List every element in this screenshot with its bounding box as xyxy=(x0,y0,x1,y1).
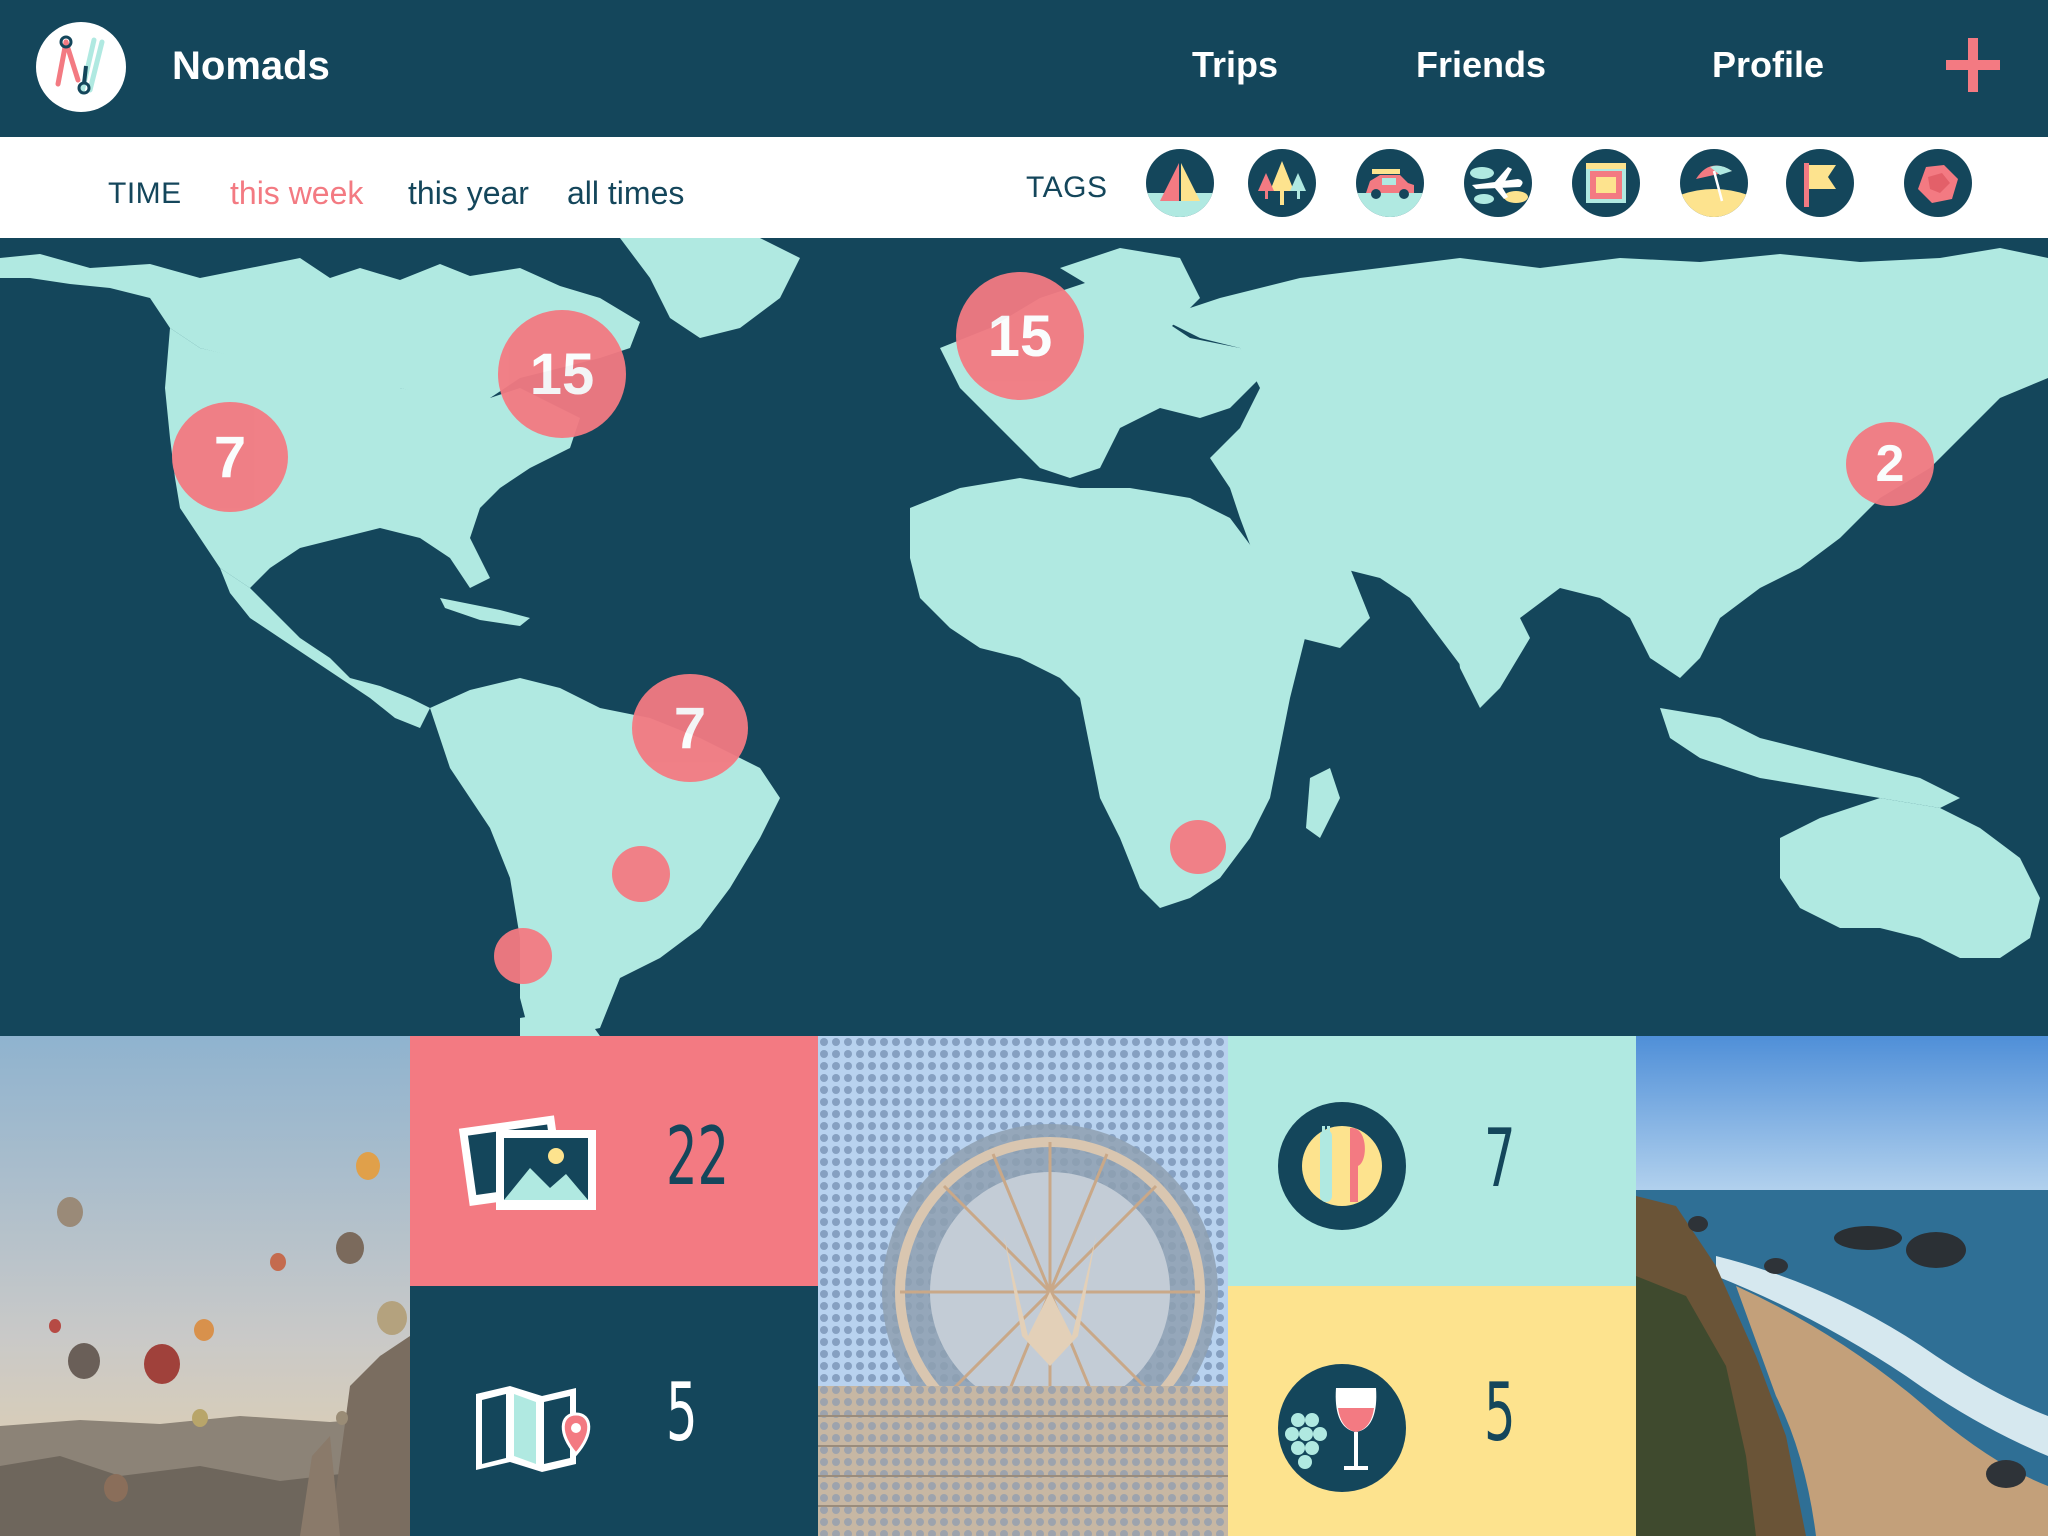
nav-profile[interactable]: Profile xyxy=(1712,44,1824,86)
photo-space-needle[interactable] xyxy=(818,1036,1228,1536)
map-cluster-chile[interactable] xyxy=(494,928,552,984)
map-cluster-argentina[interactable] xyxy=(612,846,670,902)
photo-hot-air-balloons[interactable] xyxy=(0,1036,410,1536)
tag-food-icon[interactable] xyxy=(1904,149,1972,217)
wine-count: 5 xyxy=(1484,1366,1516,1459)
wine-grapes-icon xyxy=(1278,1364,1406,1492)
nav-trips[interactable]: Trips xyxy=(1192,44,1278,86)
tag-camping-icon[interactable] xyxy=(1146,149,1214,217)
photos-count: 22 xyxy=(666,1110,730,1203)
stat-tile-photos[interactable]: 22 xyxy=(410,1036,818,1286)
time-option-this-year[interactable]: this year xyxy=(408,175,529,212)
map-pin-icon xyxy=(476,1386,591,1472)
filter-bar: TIME this week this year all times TAGS xyxy=(0,137,2048,238)
tag-road-trip-icon[interactable] xyxy=(1356,149,1424,217)
plus-icon xyxy=(1946,38,2000,92)
tag-city-icon[interactable] xyxy=(1572,149,1640,217)
map-cluster-south-africa[interactable] xyxy=(1170,820,1226,874)
stat-tile-maps[interactable]: 5 xyxy=(410,1286,818,1536)
map-cluster-east-coast[interactable]: 15 xyxy=(498,310,626,438)
map-cluster-west-coast[interactable]: 7 xyxy=(172,402,288,512)
app-title: Nomads xyxy=(172,44,330,88)
nav-friends[interactable]: Friends xyxy=(1416,44,1546,86)
food-count: 7 xyxy=(1484,1112,1516,1205)
nomads-logo[interactable] xyxy=(36,22,126,112)
map-cluster-japan[interactable]: 2 xyxy=(1846,422,1934,506)
stat-tile-wine[interactable]: 5 xyxy=(1228,1286,1636,1536)
world-map[interactable]: 7 15 15 2 7 xyxy=(0,238,2048,1036)
time-label: TIME xyxy=(108,177,182,210)
tag-landmark-icon[interactable] xyxy=(1786,149,1854,217)
stat-tile-food[interactable]: 7 xyxy=(1228,1036,1636,1286)
time-option-this-week[interactable]: this week xyxy=(230,175,363,212)
plate-cutlery-icon xyxy=(1278,1102,1406,1230)
map-cluster-brazil[interactable]: 7 xyxy=(632,674,748,782)
content-tiles: 22 5 7 5 xyxy=(0,1036,2048,1536)
photo-coastline[interactable] xyxy=(1636,1036,2048,1536)
map-cluster-europe[interactable]: 15 xyxy=(956,272,1084,400)
add-trip-button[interactable] xyxy=(1944,36,2002,94)
photos-icon xyxy=(458,1115,596,1210)
time-option-all-times[interactable]: all times xyxy=(567,175,684,212)
tag-forest-icon[interactable] xyxy=(1248,149,1316,217)
tag-flight-icon[interactable] xyxy=(1464,149,1532,217)
top-bar: Nomads Trips Friends Profile xyxy=(0,0,2048,137)
maps-count: 5 xyxy=(666,1366,698,1459)
tag-beach-icon[interactable] xyxy=(1680,149,1748,217)
tags-label: TAGS xyxy=(1026,171,1108,204)
